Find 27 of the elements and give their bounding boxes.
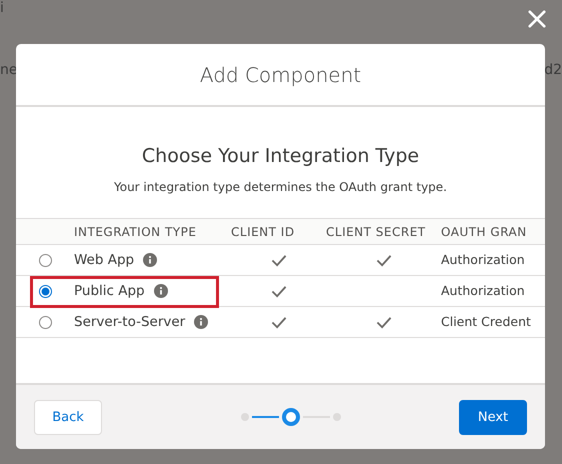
integration-type-label: Public App <box>74 283 145 299</box>
column-header: INTEGRATION TYPE <box>74 224 198 238</box>
background-text: i <box>0 0 4 16</box>
radio-button[interactable] <box>38 316 52 328</box>
progress-line <box>252 416 278 418</box>
info-icon <box>194 315 208 329</box>
background-text: ne <box>0 62 18 78</box>
table-row[interactable]: Public App Authorization <box>16 276 545 307</box>
table-cell: Client Credent <box>441 314 531 329</box>
column-header: OAUTH GRAN <box>441 224 528 238</box>
modal-title: Add Component <box>200 62 362 86</box>
table-cell: Authorization <box>441 283 525 298</box>
table-cell: Authorization <box>441 252 525 267</box>
integration-type-label: Web App <box>74 252 134 268</box>
info-icon <box>154 284 168 298</box>
column-header: CLIENT SECRET <box>326 224 427 238</box>
radio-button[interactable] <box>38 284 52 298</box>
description-text: Your integration type determines the OAuth grant type. <box>112 180 448 194</box>
integration-type-label: Server-to-Server <box>74 314 186 330</box>
next-button[interactable]: Next <box>459 400 527 434</box>
background-text: d2 <box>544 62 562 78</box>
info-icon <box>143 253 158 267</box>
close-icon <box>528 10 546 28</box>
radio-button[interactable] <box>38 254 52 266</box>
section-heading: Choose Your Integration Type <box>140 145 420 167</box>
back-button[interactable]: Back <box>34 400 102 434</box>
column-header: CLIENT ID <box>231 224 296 238</box>
